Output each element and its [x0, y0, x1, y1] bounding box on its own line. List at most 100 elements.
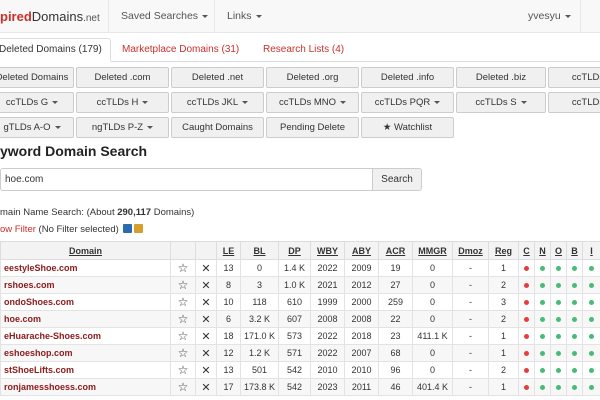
filter-button[interactable]: Caught Domains	[171, 117, 264, 138]
save-icon[interactable]	[123, 224, 133, 233]
available-dot-icon	[572, 368, 577, 373]
show-filter-link[interactable]: ow Filter	[0, 224, 36, 235]
cell-dp: 607	[278, 310, 311, 328]
cell-mmgr: 0	[412, 361, 453, 379]
available-dot-icon	[540, 385, 545, 390]
hide-icon[interactable]: ✕	[195, 293, 217, 311]
watch-star-icon[interactable]: ☆	[170, 327, 196, 345]
cell-wby: 2021	[310, 276, 345, 294]
search-input[interactable]	[0, 168, 372, 191]
cell-dmoz: -	[452, 344, 489, 362]
available-dot-icon	[572, 266, 577, 271]
col-i[interactable]: I	[582, 241, 600, 260]
filter-button[interactable]: Deleted .info	[361, 67, 454, 88]
filter-button[interactable]: ccTLDs JKL	[171, 92, 264, 113]
chevron-down-icon	[255, 14, 262, 18]
availability-cell	[582, 310, 600, 328]
filter-button[interactable]: Deleted .net	[171, 67, 264, 88]
links-menu[interactable]: Links	[214, 0, 274, 33]
filter-button[interactable]: ccTLDs G	[0, 92, 74, 113]
col-acr[interactable]: ACR	[378, 241, 413, 260]
col-dmoz[interactable]: Dmoz	[452, 241, 489, 260]
filter-button[interactable]: Pending Delete	[266, 117, 359, 138]
filter-button[interactable]: Deleted .com	[76, 67, 169, 88]
col-wby[interactable]: WBY	[310, 241, 345, 260]
filter-button[interactable]: ngTLDs P-Z	[76, 117, 169, 138]
filter-button[interactable]: Deleted Domains	[0, 67, 74, 88]
copy-icon[interactable]	[134, 224, 144, 233]
availability-cell	[566, 293, 583, 311]
domain[interactable]: stShoeLifts.com	[0, 361, 171, 379]
watch-star-icon[interactable]: ☆	[170, 259, 196, 277]
col-domain[interactable]: Domain	[0, 241, 171, 260]
col-c[interactable]: C	[518, 241, 535, 260]
domain[interactable]: eHuarache-Shoes.com	[0, 327, 171, 345]
watch-star-icon[interactable]: ☆	[170, 276, 196, 294]
filter-button[interactable]: Deleted .biz	[456, 67, 546, 88]
availability-cell	[566, 327, 583, 345]
col-mmgr[interactable]: MMGR	[412, 241, 453, 260]
hide-icon[interactable]: ✕	[195, 361, 217, 379]
cell-mmgr: 0	[412, 259, 453, 277]
cell-reg: 2	[488, 310, 519, 328]
filter-button[interactable]: gTLDs A-O	[0, 117, 74, 138]
filter-button[interactable]: Deleted .org	[266, 67, 359, 88]
watch-star-icon[interactable]: ☆	[170, 344, 196, 362]
hide-icon[interactable]: ✕	[195, 259, 217, 277]
watch-star-icon[interactable]: ☆	[170, 310, 196, 328]
filter-button[interactable]: ccTLDs H	[76, 92, 169, 113]
hide-icon[interactable]: ✕	[195, 276, 217, 294]
domain[interactable]: ondoShoes.com	[0, 293, 171, 311]
cell-dmoz: -	[452, 259, 489, 277]
tab-deleted-domains[interactable]: Deleted Domains (179)	[0, 38, 111, 62]
chevron-down-icon	[340, 100, 346, 104]
availability-cell	[534, 327, 551, 345]
filter-button[interactable]: ccTLDs	[548, 92, 600, 113]
domain[interactable]: ronjamesshoess.com	[0, 378, 171, 396]
chevron-down-icon	[202, 14, 209, 18]
cell-wby: 2022	[310, 344, 345, 362]
col-dp[interactable]: DP	[278, 241, 311, 260]
col-o[interactable]: O	[550, 241, 567, 260]
filter-button[interactable]: ccTLDs S	[456, 92, 546, 113]
availability-cell	[518, 310, 535, 328]
cell-reg: 3	[488, 293, 519, 311]
availability-cell	[582, 344, 600, 362]
user-menu[interactable]: yvesyu	[516, 0, 583, 33]
domain[interactable]: eestyleShoe.com	[0, 259, 171, 277]
domain[interactable]: hoe.com	[0, 310, 171, 328]
tab-research-lists[interactable]: Research Lists (4)	[254, 38, 353, 62]
availability-cell	[518, 378, 535, 396]
cell-dp: 571	[278, 344, 311, 362]
domain[interactable]: rshoes.com	[0, 276, 171, 294]
filter-button[interactable]: ccTLDs MNO	[266, 92, 359, 113]
domain[interactable]: eshoeshop.com	[0, 344, 171, 362]
col-le[interactable]: LE	[216, 241, 241, 260]
hide-icon[interactable]: ✕	[195, 344, 217, 362]
col-aby[interactable]: ABY	[344, 241, 379, 260]
filter-button[interactable]: ★ Watchlist	[361, 117, 454, 138]
watch-star-icon[interactable]: ☆	[170, 361, 196, 379]
filter-button[interactable]: ccTLDs	[548, 67, 600, 88]
chevron-down-icon	[147, 125, 154, 129]
filter-button[interactable]: ccTLDs PQR	[361, 92, 454, 113]
saved-searches-menu[interactable]: Saved Searches	[108, 0, 220, 33]
filter-button-label: Deleted Domains	[0, 72, 69, 83]
cell-reg: 1	[488, 327, 519, 345]
col-bl[interactable]: BL	[240, 241, 279, 260]
search-button[interactable]: Search	[372, 168, 422, 191]
cell-dmoz: -	[452, 310, 489, 328]
watch-star-icon[interactable]: ☆	[170, 293, 196, 311]
col-b[interactable]: B	[566, 241, 583, 260]
brand-logo[interactable]: piredDomains.net	[0, 0, 106, 33]
col-n[interactable]: N	[534, 241, 551, 260]
watch-star-icon[interactable]: ☆	[170, 378, 196, 396]
col-reg[interactable]: Reg	[488, 241, 519, 260]
hide-icon[interactable]: ✕	[195, 310, 217, 328]
cell-mmgr: 0	[412, 276, 453, 294]
hide-icon[interactable]: ✕	[195, 327, 217, 345]
hide-icon[interactable]: ✕	[195, 378, 217, 396]
filter-button-label: gTLDs A-O	[3, 122, 51, 133]
tab-marketplace-domains[interactable]: Marketplace Domains (31)	[113, 38, 248, 62]
cell-mmgr: 0	[412, 344, 453, 362]
